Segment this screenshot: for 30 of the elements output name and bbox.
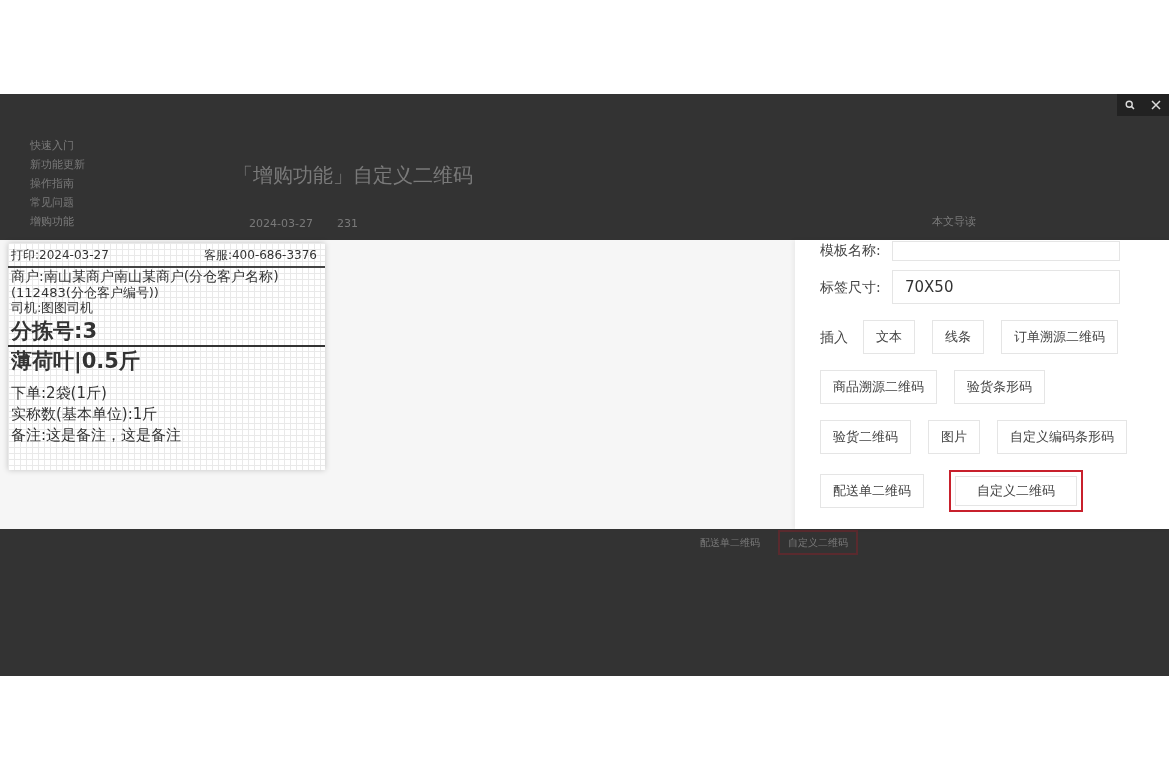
insert-button[interactable]: 文本 — [863, 320, 915, 354]
insert-button[interactable]: 自定义二维码 — [949, 470, 1083, 512]
input-field[interactable]: 70X50 — [892, 270, 1120, 304]
article-date: 2024-03-27 — [249, 216, 313, 232]
search-icon — [1125, 100, 1135, 110]
customer-code: (112483(分仓客户编号)) — [10, 285, 160, 300]
view-count: 231 — [336, 216, 358, 232]
insert-button[interactable]: 验货条形码 — [954, 370, 1045, 404]
field-label: 标签尺寸: — [820, 277, 882, 297]
label-line: 实称数(基本单位):1斤 — [10, 404, 159, 425]
field-label: 模板名称: — [820, 241, 882, 260]
article-title: 「增购功能」自定义二维码 — [233, 162, 473, 189]
insert-button[interactable]: 配送单二维码 — [820, 474, 924, 508]
print-date: 打印:2024-03-27 — [11, 247, 109, 264]
product-name: 薄荷叶|0.5斤 — [10, 348, 141, 375]
insert-button[interactable]: 自定义编码条形码 — [997, 420, 1127, 454]
close-icon — [1151, 100, 1161, 110]
input-field[interactable] — [892, 240, 1120, 261]
insert-label: 插入 — [820, 327, 848, 347]
insert-button[interactable]: 线条 — [932, 320, 984, 354]
label-line: 备注:这是备注，这是备注 — [10, 425, 183, 446]
insert-button[interactable]: 验货二维码 — [820, 420, 911, 454]
insert-button[interactable]: 图片 — [928, 420, 980, 454]
service-phone: 客服:400-686-3376 — [203, 247, 317, 264]
label-line: 下单:2袋(1斤) — [10, 383, 108, 404]
merchant-name: 商户:南山某商户南山某商户(分仓客户名称) — [10, 268, 280, 285]
sort-number: 分拣号:3 — [8, 315, 325, 347]
insert-button[interactable]: 订单溯源二维码 — [1001, 320, 1118, 354]
driver-name: 司机:图图司机 — [10, 300, 95, 315]
insert-button[interactable]: 商品溯源二维码 — [820, 370, 937, 404]
